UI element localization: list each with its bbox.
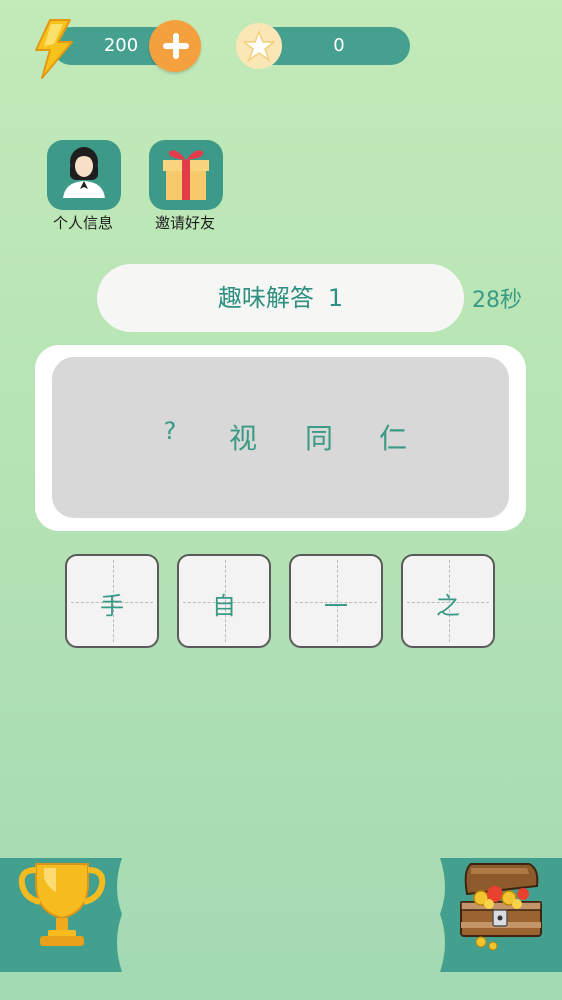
answer-option[interactable]: 手 [65,554,159,648]
star-icon [236,23,282,69]
person-icon [63,147,105,198]
add-energy-button[interactable] [149,20,201,72]
level-number: 1 [327,284,344,312]
profile-button[interactable] [47,140,121,210]
profile-label: 个人信息 [52,214,113,232]
answer-option[interactable]: 一 [289,554,383,648]
star-value: 0 [333,35,345,56]
question-char: 同 [304,422,333,455]
answer-option-label: 一 [324,592,348,620]
leaderboard-button[interactable] [0,858,125,972]
invite-label: 邀请好友 [154,214,215,232]
answer-option[interactable]: 之 [401,554,495,648]
reward-chest-button[interactable] [437,858,562,972]
answer-option[interactable]: 自 [177,554,271,648]
puzzle-title-text: 趣味解答 [217,284,314,312]
question-char-blank[interactable]: ? [150,417,190,445]
answer-option-label: 之 [436,592,460,620]
puzzle-title: 趣味解答 1 [97,264,464,332]
countdown-timer: 28秒 [472,288,522,313]
lightning-icon [35,19,73,79]
answer-option-label: 自 [212,592,236,620]
question-char: 视 [228,422,257,455]
energy-value: 200 [103,35,139,56]
gift-icon [163,150,209,200]
invite-friends-button[interactable] [149,140,223,210]
question-area: ? 视 同 仁 [52,357,509,518]
question-board: ? 视 同 仁 [35,345,526,531]
answer-option-label: 手 [100,592,124,620]
question-char: 仁 [378,422,407,455]
